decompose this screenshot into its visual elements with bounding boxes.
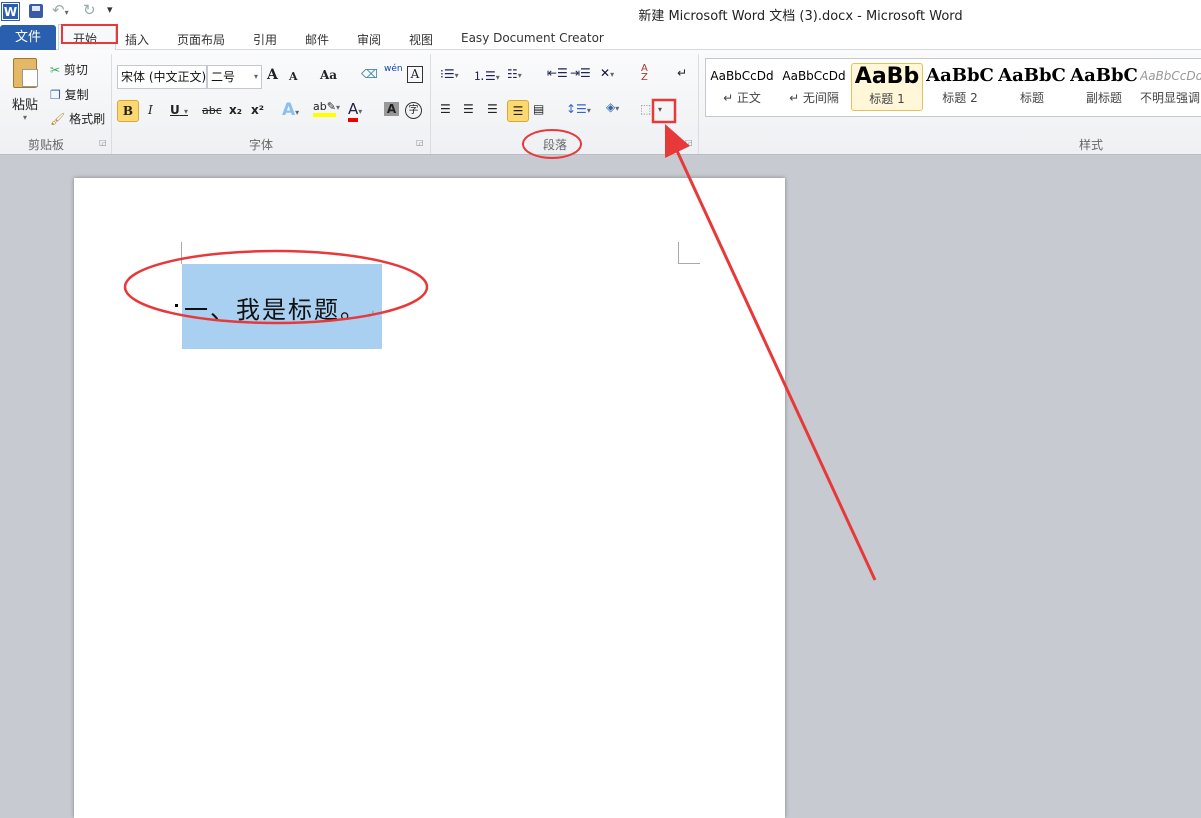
tab-mailings[interactable]: 邮件 [305,31,329,48]
distribute-button[interactable]: ▤ [533,102,544,116]
style-normal[interactable]: AaBbCcDd ↵ 正文 [706,63,778,111]
text-effects-button[interactable]: A▾ [282,100,299,120]
title-bar: W ↶▾ ↻ ▾ 新建 Microsoft Word 文档 (3).docx -… [0,0,1201,25]
align-right-button[interactable]: ☰ [487,102,498,116]
ribbon: 粘贴 ▾ ✂ 剪切 ❐ 复制 🖌 格式刷 剪贴板 ◲ 宋体 (中文正文) 二号 ▾… [0,50,1201,155]
phonetic-guide-button[interactable]: wén [384,64,403,74]
scissors-icon: ✂ [50,63,61,77]
subscript-button[interactable]: x₂ [229,103,242,117]
tab-file[interactable]: 文件 [0,25,56,50]
copy-button[interactable]: ❐ 复制 [50,86,89,103]
chinese-layout-button[interactable]: ✕▾ [600,66,614,80]
superscript-button[interactable]: x² [251,103,264,117]
show-marks-button[interactable]: ↵ [677,66,687,80]
style-title[interactable]: AaBbC 标题 [996,63,1068,111]
style-heading-1[interactable]: AaBb 标题 1 [851,63,923,111]
align-left-button[interactable]: ☰ [440,102,451,116]
char-shading-button[interactable]: A [384,102,399,116]
clear-format-icon[interactable]: ⌫ [361,67,378,81]
ribbon-tabs: 插入 页面布局 引用 邮件 审阅 视图 Easy Document Creato… [0,25,1201,50]
shading-button[interactable]: ◈▾ [606,100,619,114]
justify-button[interactable]: ☰ [507,100,529,122]
tab-insert[interactable]: 插入 [125,31,149,48]
tab-review[interactable]: 审阅 [357,31,381,48]
line-spacing-button[interactable]: ↕☰▾ [566,102,591,116]
align-center-button[interactable]: ☰ [463,102,474,116]
clipboard-icon [13,58,38,88]
increase-indent-button[interactable]: ⇥☰ [570,66,591,80]
tab-page-layout[interactable]: 页面布局 [177,31,225,48]
brush-icon: 🖌 [50,112,66,126]
cut-button[interactable]: ✂ 剪切 [50,61,88,78]
font-size-combo[interactable]: 二号 ▾ [207,65,262,89]
list-bullet [175,304,178,307]
paragraph-mark: ↵ [366,308,378,321]
style-heading-2[interactable]: AaBbC 标题 2 [924,63,996,111]
font-group-label: 字体 [249,138,274,152]
style-subtitle[interactable]: AaBbC 副标题 [1068,63,1140,111]
style-no-spacing[interactable]: AaBbCcDd ↵ 无间隔 [778,63,850,111]
font-name-combo[interactable]: 宋体 (中文正文) [117,65,207,89]
tab-view[interactable]: 视图 [409,31,433,48]
numbering-button[interactable]: ⒈☰▾ [473,67,500,84]
chevron-down-icon: ▾ [22,113,27,122]
sort-button[interactable]: AZ [641,64,648,83]
bullets-button[interactable]: ⁝☰▾ [440,67,459,81]
dialog-launcher-icon[interactable]: ◲ [416,138,424,147]
font-color-button[interactable]: A▾ [348,100,362,122]
highlight-button[interactable]: ab✎▾ [313,100,340,117]
bold-button[interactable]: B [117,100,139,122]
change-case-button[interactable]: Aa [320,68,337,82]
tab-easy-document-creator[interactable]: Easy Document Creator [461,31,604,45]
decrease-indent-button[interactable]: ⇤☰ [547,66,568,80]
window-title: 新建 Microsoft Word 文档 (3).docx - Microsof… [638,9,963,24]
multilevel-list-button[interactable]: ☷▾ [507,67,522,81]
clipboard-group-label: 剪贴板 [28,138,65,152]
format-painter-button[interactable]: 🖌 格式刷 [50,110,105,127]
style-subtle-emphasis[interactable]: AaBbCcDd 不明显强调 [1140,63,1201,111]
italic-button[interactable]: I [148,103,153,117]
borders-button[interactable]: ⬚ [640,102,651,116]
paragraph-group-label: 段落 [543,138,568,152]
enclose-char-button[interactable]: 字 [405,102,422,119]
tab-references[interactable]: 引用 [253,31,277,48]
grow-font-button[interactable]: A [267,67,278,83]
styles-group-label: 样式 [1079,138,1104,152]
borders-dropdown-button[interactable]: ▾ [658,105,662,114]
copy-icon: ❐ [50,88,61,102]
document-page[interactable] [74,178,785,818]
char-border-button[interactable]: A [407,66,423,83]
paste-button[interactable]: 粘贴 ▾ [8,58,42,122]
underline-button[interactable]: U ▾ [170,103,188,117]
shrink-font-button[interactable]: A [289,70,298,83]
dialog-launcher-icon[interactable]: ◲ [685,138,693,147]
tab-home[interactable]: 开始 [58,24,116,51]
dialog-launcher-icon[interactable]: ◲ [99,138,107,147]
document-heading[interactable]: 一、我是标题。↵ [184,290,377,325]
strikethrough-button[interactable]: abc [202,104,222,117]
styles-gallery: AaBbCcDd ↵ 正文 AaBbCcDd ↵ 无间隔 AaBb 标题 1 AaBb… [705,58,1201,117]
